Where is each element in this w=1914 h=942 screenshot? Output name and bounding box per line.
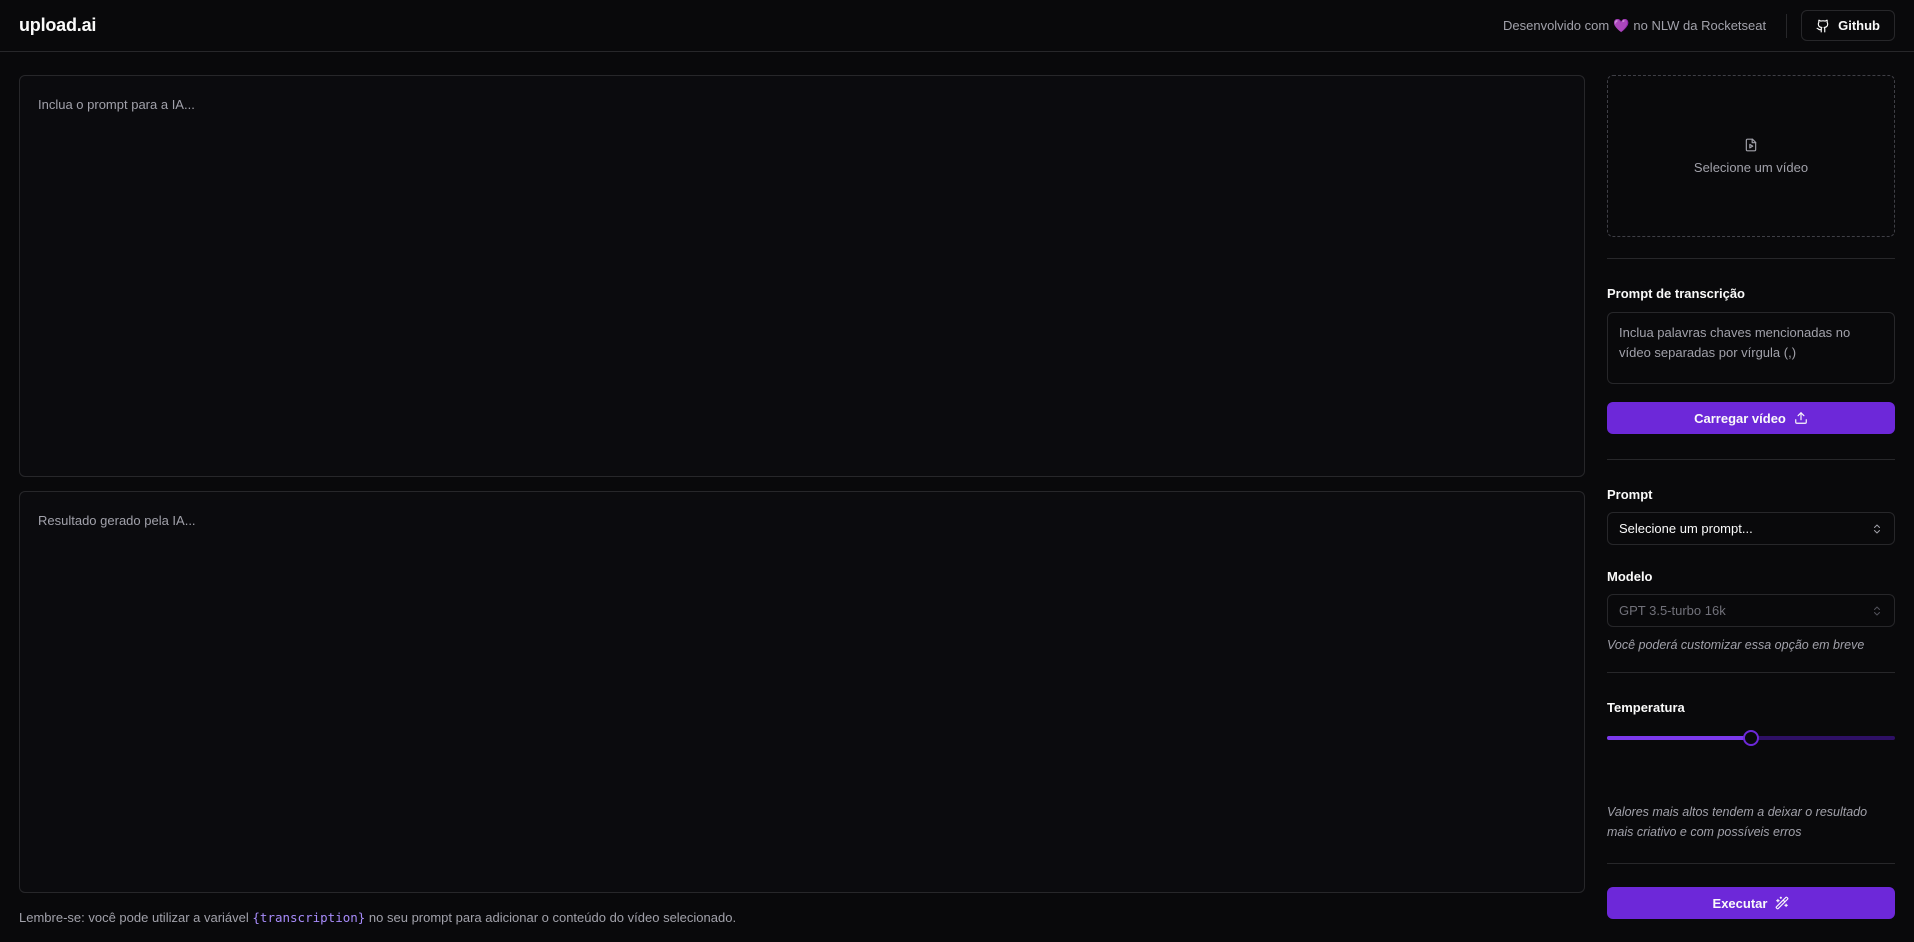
hint-prefix: Lembre-se: você pode utilizar a variável	[19, 910, 249, 925]
file-video-icon	[1745, 138, 1757, 151]
model-label: Modelo	[1607, 569, 1653, 584]
temperature-slider[interactable]	[1607, 730, 1895, 746]
upload-video-button[interactable]: Carregar vídeo	[1607, 402, 1895, 434]
transcription-label: Prompt de transcrição	[1607, 286, 1745, 301]
slider-thumb[interactable]	[1743, 730, 1759, 746]
model-select-value: GPT 3.5-turbo 16k	[1619, 603, 1726, 618]
divider	[1607, 459, 1895, 460]
hint-suffix: no seu prompt para adicionar o conteúdo …	[368, 910, 737, 925]
main-area: Inclua o prompt para a IA... Resultado g…	[0, 52, 1914, 942]
github-label: Github	[1838, 18, 1880, 33]
credit-text: Desenvolvido com 💜 no NLW da Rocketseat	[1503, 18, 1766, 34]
temperature-note: Valores mais altos tendem a deixar o res…	[1607, 802, 1895, 842]
heart-icon: 💜	[1613, 17, 1630, 33]
execute-button-label: Executar	[1712, 895, 1768, 911]
chevrons-up-down-icon	[1874, 606, 1880, 615]
model-select: GPT 3.5-turbo 16k	[1607, 594, 1895, 627]
prompt-label: Prompt	[1607, 487, 1653, 502]
prompt-select[interactable]: Selecione um prompt...	[1607, 512, 1895, 545]
prompt-select-value: Selecione um prompt...	[1619, 521, 1753, 536]
temperature-note-text: Valores mais altos tendem a deixar o res…	[1607, 805, 1868, 839]
prompt-textarea[interactable]: Inclua o prompt para a IA...	[19, 75, 1585, 477]
credit-prefix: Desenvolvido com	[1502, 18, 1610, 33]
slider-fill	[1607, 736, 1751, 740]
header-actions: Desenvolvido com 💜 no NLW da Rocketseat …	[1503, 10, 1895, 41]
result-textarea[interactable]: Resultado gerado pela IA...	[19, 491, 1585, 893]
github-icon	[1816, 19, 1829, 32]
app-header: upload.ai Desenvolvido com 💜 no NLW da R…	[0, 0, 1914, 52]
divider	[1607, 863, 1895, 864]
transcription-variable: {transcription}	[252, 910, 366, 925]
execute-button[interactable]: Executar	[1607, 887, 1895, 919]
temperature-label: Temperatura	[1607, 700, 1685, 715]
divider	[1607, 672, 1895, 673]
wand-icon	[1776, 896, 1789, 910]
video-select-area[interactable]: Selecione um vídeo	[1607, 75, 1895, 237]
upload-button-label: Carregar vídeo	[1694, 410, 1786, 426]
header-divider	[1786, 13, 1788, 38]
result-placeholder: Resultado gerado pela IA...	[38, 513, 196, 528]
transcription-prompt-input[interactable]: Inclua palavras chaves mencionadas no ví…	[1607, 312, 1895, 384]
prompt-placeholder: Inclua o prompt para a IA...	[38, 97, 195, 112]
chevrons-up-down-icon	[1874, 524, 1880, 533]
transcription-placeholder: Inclua palavras chaves mencionadas no ví…	[1619, 325, 1851, 360]
app-logo: upload.ai	[19, 15, 97, 35]
model-note: Você poderá customizar essa opção em bre…	[1607, 638, 1865, 652]
video-select-label: Selecione um vídeo	[1693, 159, 1809, 175]
credit-suffix: no NLW da Rocketseat	[1633, 18, 1767, 33]
github-button[interactable]: Github	[1801, 10, 1895, 41]
variable-hint: Lembre-se: você pode utilizar a variável…	[19, 910, 736, 925]
upload-icon	[1795, 412, 1807, 424]
divider	[1607, 258, 1895, 259]
